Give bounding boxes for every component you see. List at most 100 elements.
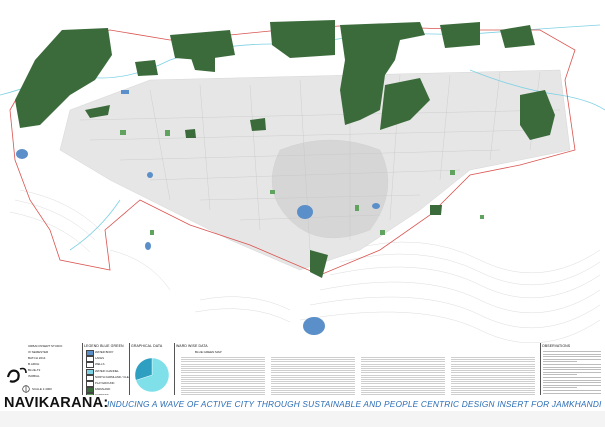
table-row bbox=[181, 361, 265, 363]
scale-label: SCALE 1:4000 bbox=[32, 387, 52, 391]
table-row bbox=[271, 379, 355, 380]
observation-line bbox=[543, 369, 601, 371]
city-map bbox=[0, 20, 605, 343]
program-label: B.ARCH bbox=[28, 362, 40, 366]
map-sheet: URBAN INSERT STUDIO IX SEMESTER BATCH 20… bbox=[0, 0, 605, 427]
graphical-data-title: GRAPHICAL DATA bbox=[131, 344, 163, 348]
legend-swatch bbox=[86, 368, 94, 375]
batch-label: BATCH 2014 bbox=[28, 356, 46, 360]
table-row bbox=[271, 363, 355, 365]
table-row bbox=[361, 390, 445, 391]
legend-label: FARMLAND bbox=[95, 387, 111, 392]
table-row bbox=[361, 383, 445, 385]
table-row bbox=[361, 387, 445, 389]
observation-line bbox=[543, 358, 601, 360]
legend-label: WELLS bbox=[95, 362, 105, 367]
table-row bbox=[271, 383, 355, 385]
observation-line bbox=[543, 387, 577, 389]
semester-label: IX SEMESTER bbox=[28, 350, 49, 354]
table-row bbox=[181, 363, 265, 365]
table-row bbox=[451, 357, 535, 358]
table-row bbox=[271, 361, 355, 363]
observation-line bbox=[543, 379, 601, 381]
table-row bbox=[451, 385, 535, 387]
table-row bbox=[181, 365, 265, 367]
table-row bbox=[271, 374, 355, 376]
table-row bbox=[361, 381, 445, 383]
table-row bbox=[361, 385, 445, 387]
table-row bbox=[451, 368, 535, 369]
legend-swatch bbox=[86, 356, 94, 363]
sheet-title: NAVIKARANA: bbox=[4, 395, 109, 411]
table-row bbox=[361, 359, 445, 361]
table-row bbox=[271, 387, 355, 389]
table-row bbox=[361, 376, 445, 378]
observation-line bbox=[543, 392, 601, 394]
table-row bbox=[181, 368, 265, 369]
table-row bbox=[451, 363, 535, 365]
table-row bbox=[271, 385, 355, 387]
table-row bbox=[451, 381, 535, 383]
table-row bbox=[451, 361, 535, 363]
table-row bbox=[361, 374, 445, 376]
table-row bbox=[451, 359, 535, 361]
bottom-margin bbox=[0, 411, 605, 427]
table-row bbox=[361, 372, 445, 374]
table-row bbox=[361, 361, 445, 363]
table-row bbox=[181, 374, 265, 376]
legend-swatch bbox=[86, 362, 94, 369]
legend-label: WATER CHANNEL bbox=[95, 368, 119, 373]
table-row bbox=[361, 392, 445, 394]
observation-line bbox=[543, 390, 601, 391]
table-row bbox=[181, 357, 265, 358]
legend-title: LEGEND BLUE GREEN bbox=[84, 344, 124, 348]
legend-label: NORTH FARMLAND / CLEARING bbox=[95, 374, 130, 379]
legend-swatch bbox=[86, 381, 94, 387]
table-row bbox=[271, 365, 355, 367]
table-row bbox=[271, 370, 355, 372]
ward-data-subtitle: BLUE GREEN MAP bbox=[195, 350, 222, 354]
observation-line bbox=[543, 377, 601, 378]
table-row bbox=[181, 385, 265, 387]
table-row bbox=[181, 359, 265, 361]
table-row bbox=[451, 365, 535, 367]
table-row bbox=[271, 392, 355, 394]
table-row bbox=[181, 381, 265, 383]
table-row bbox=[361, 368, 445, 369]
table-row bbox=[451, 370, 535, 372]
table-row bbox=[451, 374, 535, 376]
observation-line bbox=[543, 356, 601, 358]
table-row bbox=[181, 372, 265, 374]
sheet-subtitle: INDUCING A WAVE OF ACTIVE CITY THROUGH S… bbox=[107, 399, 602, 409]
legend-swatch bbox=[86, 350, 94, 356]
table-row bbox=[451, 376, 535, 378]
table-row bbox=[181, 390, 265, 391]
table-row bbox=[181, 370, 265, 372]
legend-swatch bbox=[86, 387, 94, 394]
legend-swatch bbox=[86, 374, 94, 381]
observation-line bbox=[543, 366, 601, 368]
table-row bbox=[271, 359, 355, 361]
table-row bbox=[271, 390, 355, 391]
table-row bbox=[181, 387, 265, 389]
observation-line bbox=[543, 374, 577, 376]
legend-label: PLAYGROUND bbox=[95, 381, 115, 385]
table-row bbox=[451, 383, 535, 385]
observation-line bbox=[543, 371, 601, 373]
studio-logo-icon bbox=[6, 367, 27, 383]
table-row bbox=[451, 392, 535, 394]
table-row bbox=[451, 390, 535, 391]
table-row bbox=[361, 363, 445, 365]
studio-label: URBAN INSERT STUDIO bbox=[28, 344, 63, 348]
legend-label: LAKES bbox=[95, 356, 105, 361]
observation-line bbox=[543, 351, 601, 352]
north-arrow-icon bbox=[22, 385, 30, 393]
observations-title: OBSERVATIONS bbox=[542, 344, 571, 348]
sheet-name: ISOBIAL bbox=[28, 374, 40, 378]
legend-label: WATER BODY bbox=[95, 350, 114, 354]
observation-line bbox=[543, 364, 601, 365]
table-row bbox=[361, 357, 445, 358]
table-row bbox=[181, 383, 265, 385]
ward-data-title: WARD WISE DATA bbox=[176, 344, 208, 348]
table-row bbox=[181, 392, 265, 394]
